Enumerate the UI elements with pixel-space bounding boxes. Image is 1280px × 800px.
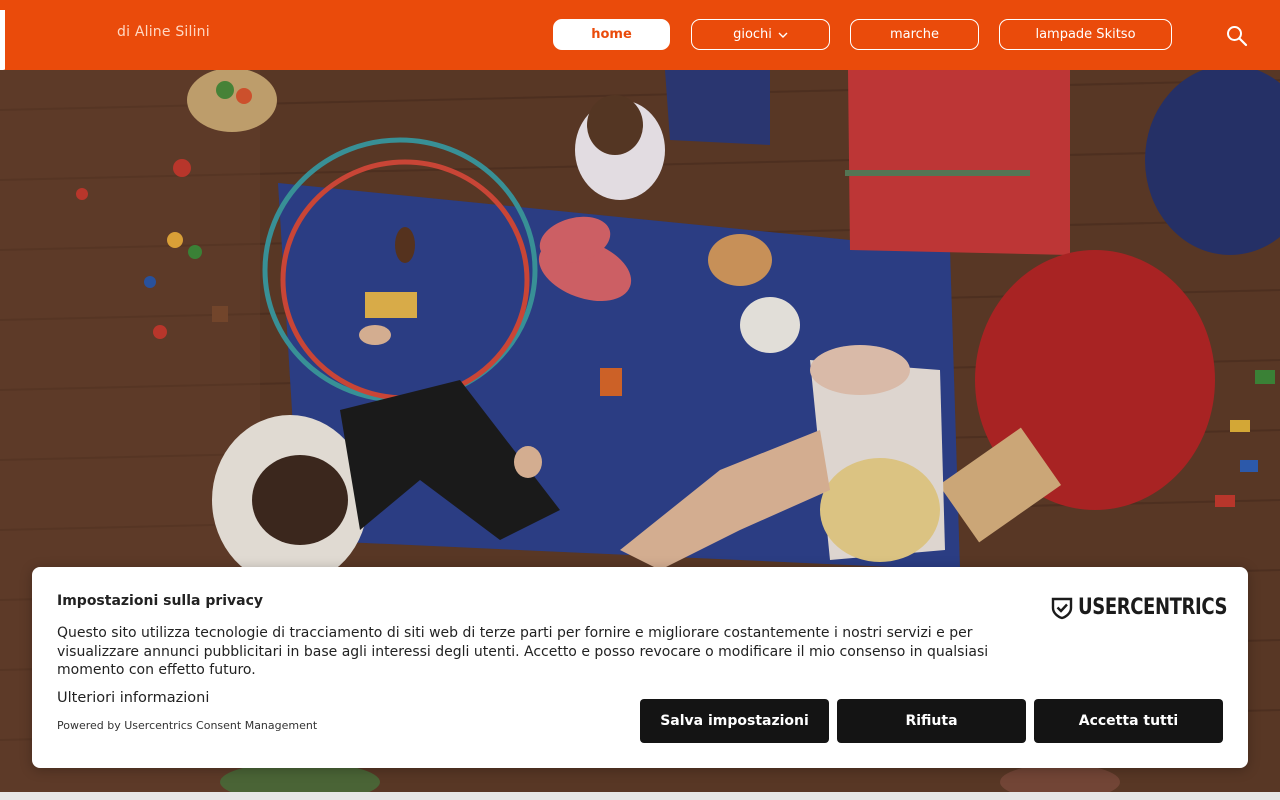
nav-giochi-label: giochi bbox=[733, 27, 772, 42]
shield-check-icon bbox=[1051, 597, 1073, 619]
site-header: di Aline Silini home giochi marche lampa… bbox=[0, 0, 1280, 70]
search-icon[interactable] bbox=[1225, 24, 1249, 48]
refuse-button[interactable]: Rifiuta bbox=[837, 699, 1026, 743]
accept-all-button[interactable]: Accetta tutti bbox=[1034, 699, 1223, 743]
nav-home-button[interactable]: home bbox=[553, 19, 670, 50]
page-bottom-strip bbox=[0, 792, 1280, 800]
save-settings-button[interactable]: Salva impostazioni bbox=[640, 699, 829, 743]
nav-lampade-skitso-button[interactable]: lampade Skitso bbox=[999, 19, 1172, 50]
site-logo[interactable] bbox=[0, 10, 6, 70]
powered-by-text: Powered by Usercentrics Consent Manageme… bbox=[57, 719, 318, 732]
chevron-down-icon bbox=[778, 32, 788, 38]
usercentrics-logo-text: USERCENTRICS bbox=[1078, 595, 1228, 620]
nav-marche-label: marche bbox=[889, 27, 940, 42]
consent-description: Questo sito utilizza tecnologie di tracc… bbox=[57, 625, 989, 678]
consent-title: Impostazioni sulla privacy bbox=[57, 593, 264, 609]
site-tagline: di Aline Silini bbox=[117, 24, 210, 40]
nav-lampade-skitso-label: lampade Skitso bbox=[1035, 27, 1136, 42]
usercentrics-logo: USERCENTRICS bbox=[1050, 595, 1260, 620]
privacy-consent-banner: Impostazioni sulla privacy Questo sito u… bbox=[32, 567, 1248, 768]
nav-home-label: home bbox=[591, 27, 632, 42]
more-info-link[interactable]: Ulteriori informazioni bbox=[57, 690, 209, 706]
nav-giochi-button[interactable]: giochi bbox=[691, 19, 830, 50]
nav-marche-button[interactable]: marche bbox=[850, 19, 979, 50]
